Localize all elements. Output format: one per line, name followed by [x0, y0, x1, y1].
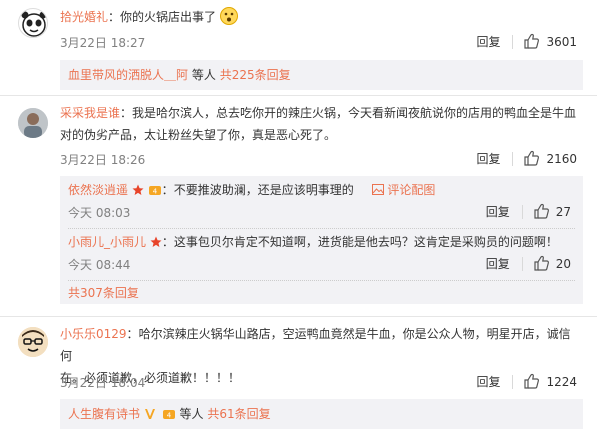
sub-reply-user[interactable]: 血里带风的洒脱人＿阿 [68, 68, 188, 82]
star-badge-icon [150, 234, 162, 254]
comment-item: 采采我是谁：我是哈尔滨人，总去吃你开的辣庄火锅，今天看新闻夜航说你的店用的鸭血全… [0, 96, 597, 316]
comment-username[interactable]: 小乐乐0129 [60, 327, 127, 341]
reply-button[interactable]: 回复 [476, 150, 500, 167]
member-crown-icon: 4 [162, 401, 176, 431]
like-button[interactable]: 1224 [523, 373, 577, 390]
comment-text-line-2: 对的伪劣产品，太让粉丝失望了你，真是恶心死了。 [60, 128, 337, 142]
like-count: 2160 [546, 151, 577, 166]
sub-reply-time: 今天 08:03 [68, 206, 131, 220]
panda-avatar-icon [21, 11, 47, 37]
like-button[interactable]: 27 [533, 203, 571, 220]
thumbs-up-icon [534, 255, 549, 271]
comment-text: 你的火锅店出事了 [120, 10, 217, 24]
star-badge-icon [132, 182, 144, 202]
comment-username[interactable]: 拾光婚礼 [60, 10, 108, 24]
comment-actions: 回复 2160 [476, 150, 577, 167]
comment-actions: 回复 3601 [476, 33, 577, 50]
like-count: 20 [555, 256, 571, 271]
sub-reply-username[interactable]: 依然淡逍遥 [68, 183, 128, 197]
divider [512, 151, 514, 166]
sub-reply-count[interactable]: 共61条回复 [207, 407, 270, 421]
divider [512, 374, 514, 389]
thumbs-up-icon [524, 33, 540, 49]
image-icon [371, 184, 384, 195]
divider [68, 280, 575, 281]
sub-reply-body: 依然淡逍遥 4 ：不要推波助澜，还是应该明事理的 评论配图 [68, 180, 575, 202]
divider [521, 204, 523, 219]
reply-button[interactable]: 回复 [486, 255, 510, 272]
svg-text:4: 4 [166, 412, 171, 420]
thumbs-up-icon [534, 203, 549, 219]
thumbs-up-icon [524, 373, 540, 389]
sub-reply-summary[interactable]: 血里带风的洒脱人＿阿 等人 共225条回复 [60, 60, 583, 90]
comment-text-line-1: 我是哈尔滨人，总去吃你开的辣庄火锅，今天看新闻夜航说你的店用的鸭血全是牛血 [132, 106, 577, 120]
sub-reply-mid: 等人 [191, 68, 216, 82]
reply-button[interactable]: 回复 [476, 373, 500, 390]
like-count: 27 [555, 204, 571, 219]
like-count: 1224 [546, 374, 577, 389]
like-button[interactable]: 20 [533, 255, 571, 272]
sub-reply-user[interactable]: 人生腹有诗书 [68, 407, 140, 421]
avatar[interactable] [18, 327, 48, 357]
member-crown-icon: 4 [148, 182, 162, 202]
comment-image-link[interactable]: 评论配图 [371, 183, 435, 197]
sub-reply-text: 这事包贝尔肯定不知道啊，进货能是他去吗？这肯定是采购员的问题啊！ [173, 235, 558, 249]
comment-item: 小乐乐0129：哈尔滨辣庄火锅华山路店，空运鸭血竟然是牛血，你是公众人物，明星开… [0, 317, 597, 431]
divider [512, 34, 514, 49]
divider [68, 228, 575, 229]
avatar[interactable] [18, 108, 48, 138]
sub-reply-item: 小雨儿_小雨儿 ：这事包贝尔肯定不知道啊，进货能是他去吗？这肯定是采购员的问题啊… [68, 232, 575, 281]
more-replies-link[interactable]: 共307条回复 [68, 284, 139, 301]
thumbs-up-icon [524, 150, 540, 166]
comment-time: 3月22日 18:26 [60, 153, 146, 167]
comment-actions: 回复 1224 [476, 373, 577, 390]
svg-text:4: 4 [152, 188, 157, 196]
comment-body: 采采我是谁：我是哈尔滨人，总去吃你开的辣庄火锅，今天看新闻夜航说你的店用的鸭血全… [60, 102, 577, 146]
sub-reply-count[interactable]: 共225条回复 [220, 68, 291, 82]
sub-reply-actions: 回复 20 [486, 255, 571, 272]
comment-username[interactable]: 采采我是谁 [60, 106, 120, 120]
sub-reply-actions: 回复 27 [486, 203, 571, 220]
comment-body: 拾光婚礼：你的火锅店出事了 [60, 6, 577, 28]
sub-reply-time: 今天 08:44 [68, 258, 131, 272]
comment-time: 3月22日 18:27 [60, 36, 146, 50]
reply-button[interactable]: 回复 [476, 33, 500, 50]
comment-image-label[interactable]: 评论配图 [387, 183, 435, 197]
sub-reply-summary[interactable]: 人生腹有诗书 4 等人 共61条回复 [60, 399, 583, 429]
sub-reply-panel: 依然淡逍遥 4 ：不要推波助澜，还是应该明事理的 评论配图 今天 08:03 回… [60, 176, 583, 304]
like-button[interactable]: 3601 [523, 33, 577, 50]
like-count: 3601 [546, 34, 577, 49]
glasses-avatar-icon [18, 327, 48, 357]
vip-badge-icon [144, 401, 158, 431]
sub-reply-username[interactable]: 小雨儿_小雨儿 [68, 235, 146, 249]
sub-reply-item: 依然淡逍遥 4 ：不要推波助澜，还是应该明事理的 评论配图 今天 08:03 回… [68, 180, 575, 229]
sub-reply-mid: 等人 [179, 407, 204, 421]
comment-item: 拾光婚礼：你的火锅店出事了 3月22日 18:27 回复 3601 血里带风的洒… [0, 0, 597, 95]
avatar[interactable] [18, 8, 48, 38]
sub-reply-text: 不要推波助澜，还是应该明事理的 [173, 183, 354, 197]
photo-avatar-icon [18, 108, 48, 138]
like-button[interactable]: 2160 [523, 150, 577, 167]
sub-reply-body: 小雨儿_小雨儿 ：这事包贝尔肯定不知道啊，进货能是他去吗？这肯定是采购员的问题啊… [68, 232, 575, 254]
comment-time: 3月22日 18:04 [60, 376, 146, 390]
reply-button[interactable]: 回复 [486, 203, 510, 220]
worried-emoji-icon [219, 7, 238, 25]
divider [521, 256, 523, 271]
